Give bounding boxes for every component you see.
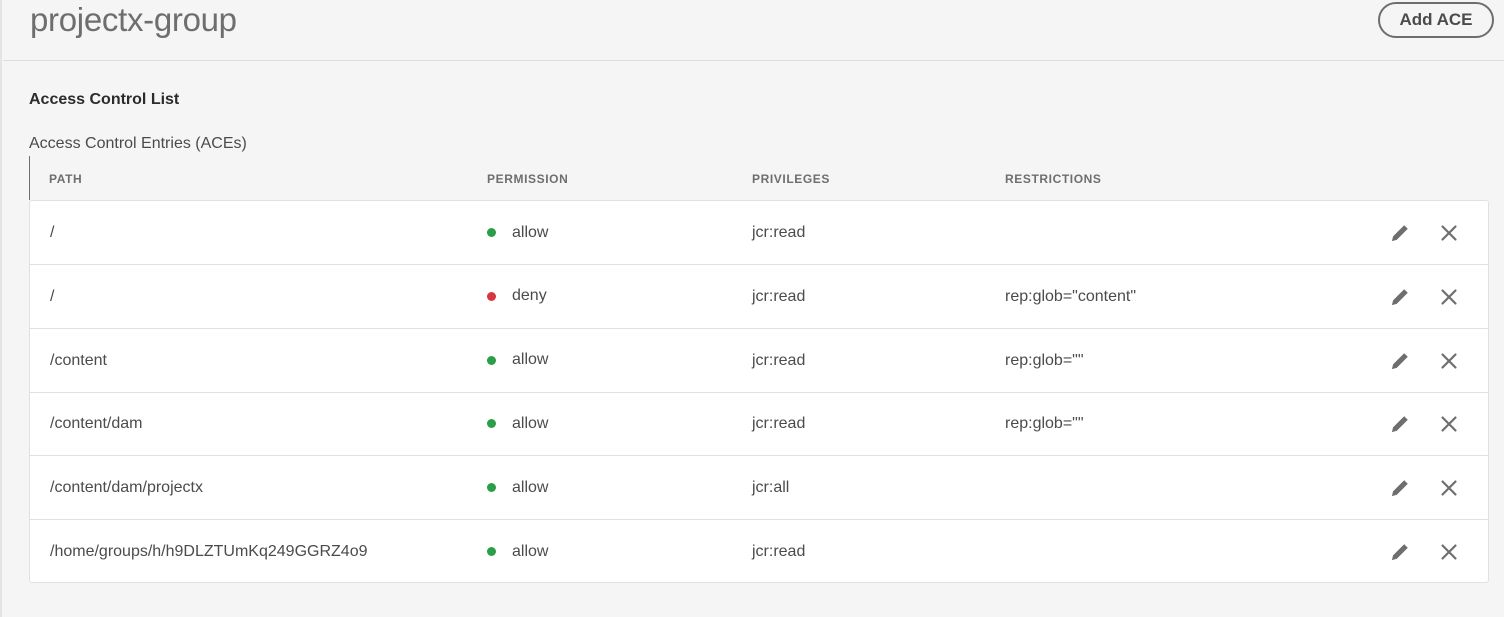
table-row: /content/dam allow jcr:read rep:glob="" — [30, 392, 1488, 457]
restrictions-cell: rep:glob="" — [1005, 351, 1084, 369]
pencil-icon[interactable] — [1387, 539, 1413, 565]
column-header-permission: PERMISSION — [487, 172, 569, 186]
permission-label: allow — [512, 223, 549, 241]
allow-status-dot — [487, 419, 496, 429]
add-ace-button[interactable]: Add ACE — [1378, 2, 1494, 38]
table-row: / deny jcr:read rep:glob="content" — [30, 265, 1488, 329]
pencil-icon[interactable] — [1387, 348, 1413, 374]
table-row: /content allow jcr:read rep:glob="" — [30, 329, 1488, 393]
allow-status-dot — [487, 228, 496, 237]
permission-cell: allow — [487, 392, 548, 455]
permission-cell: allow — [487, 520, 548, 583]
table-header-rule — [29, 156, 30, 200]
close-icon[interactable] — [1436, 348, 1462, 374]
ace-table: / allow jcr:read / deny jcr:read rep:glob="con… — [29, 200, 1489, 583]
permission-label: allow — [512, 478, 549, 496]
table-row: /content/dam/projectx allow jcr:all — [30, 456, 1488, 521]
privileges-cell: jcr:all — [752, 479, 790, 497]
permission-label: allow — [512, 414, 549, 432]
permission-cell: allow — [487, 329, 548, 392]
path-cell: /content — [50, 351, 107, 369]
table-row: /home/groups/h/h9DLZTUmKq249GGRZ4o9 allow… — [30, 520, 1488, 584]
deny-status-dot — [487, 291, 496, 301]
permission-cell: deny — [487, 265, 547, 328]
restrictions-cell: rep:glob="" — [1005, 415, 1084, 433]
pencil-icon[interactable] — [1387, 411, 1413, 437]
ace-list-label: Access Control Entries (ACEs) — [29, 135, 247, 152]
pencil-icon[interactable] — [1387, 220, 1413, 246]
pencil-icon[interactable] — [1387, 284, 1413, 310]
privileges-cell: jcr:read — [752, 287, 806, 305]
path-cell: /content/dam/projectx — [50, 479, 203, 497]
privileges-cell: jcr:read — [752, 415, 806, 433]
close-icon[interactable] — [1436, 475, 1462, 501]
path-cell: / — [50, 287, 55, 305]
allow-status-dot — [487, 547, 496, 556]
privileges-cell: jcr:read — [752, 351, 806, 369]
allow-status-dot — [487, 355, 496, 365]
permission-cell: allow — [487, 201, 548, 264]
close-icon[interactable] — [1436, 539, 1462, 565]
table-row: / allow jcr:read — [30, 201, 1488, 265]
page-header: projectx-group Add ACE — [3, 0, 1504, 61]
path-cell: /content/dam — [50, 415, 143, 433]
section-title: Access Control List — [29, 91, 180, 108]
column-header-restrictions: RESTRICTIONS — [1005, 172, 1102, 186]
column-header-path: PATH — [49, 172, 83, 186]
left-border — [0, 0, 2, 617]
path-cell: / — [50, 224, 55, 241]
permission-label: allow — [512, 542, 549, 560]
close-icon[interactable] — [1436, 220, 1462, 246]
restrictions-cell: rep:glob="content" — [1005, 287, 1137, 305]
close-icon[interactable] — [1436, 411, 1462, 437]
permission-label: deny — [512, 287, 547, 305]
privileges-cell: jcr:read — [752, 224, 806, 241]
allow-status-dot — [487, 483, 496, 493]
permission-label: allow — [512, 351, 549, 369]
privileges-cell: jcr:read — [752, 543, 806, 560]
pencil-icon[interactable] — [1387, 475, 1413, 501]
page-title: projectx-group — [30, 1, 237, 38]
permission-cell: allow — [487, 456, 548, 519]
path-cell: /home/groups/h/h9DLZTUmKq249GGRZ4o9 — [50, 543, 368, 560]
column-header-privileges: PRIVILEGES — [752, 172, 831, 186]
close-icon[interactable] — [1436, 284, 1462, 310]
